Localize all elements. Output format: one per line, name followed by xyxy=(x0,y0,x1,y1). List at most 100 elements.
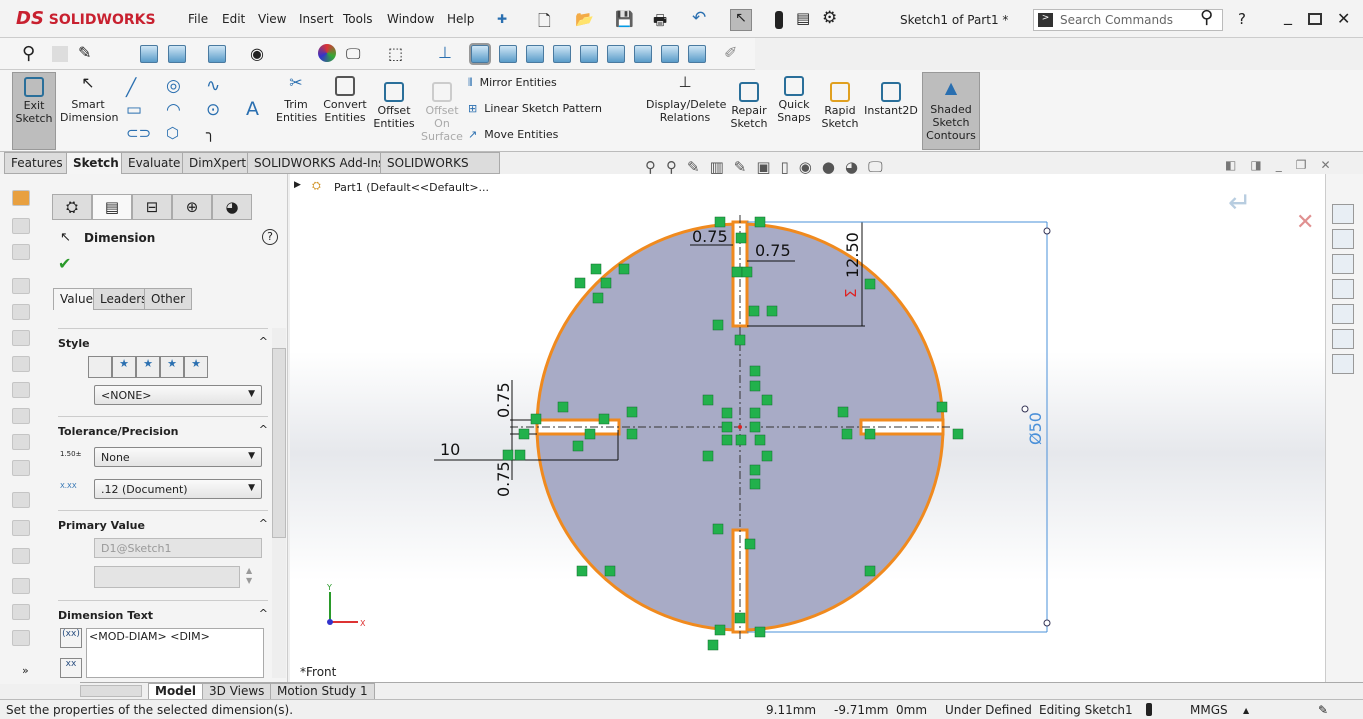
section-view-icon[interactable] xyxy=(140,45,158,63)
tab-sketch[interactable]: Sketch xyxy=(66,152,126,174)
revolve-icon[interactable] xyxy=(12,244,30,260)
trim-entities-button[interactable]: ✂ Trim Entities xyxy=(276,75,317,125)
pattern-feature-icon[interactable] xyxy=(12,578,30,594)
tile-left-icon[interactable]: ◧ xyxy=(1225,158,1236,172)
subtab-other[interactable]: Other xyxy=(144,288,193,310)
viewport-close-button[interactable]: ✕ xyxy=(1320,158,1330,172)
draft-icon[interactable] xyxy=(12,520,30,536)
new-document-icon[interactable]: 🗋 xyxy=(538,10,551,37)
style-dropdown[interactable]: <NONE> ▼ xyxy=(94,385,262,405)
rebuild-status-icon[interactable] xyxy=(1146,703,1152,716)
dimension-text-area[interactable]: <MOD-DIAM> <DIM> xyxy=(86,628,264,678)
tolerance-dropdown[interactable]: None ▼ xyxy=(94,447,262,467)
custom-properties-icon[interactable] xyxy=(1332,329,1354,349)
exit-sketch-button[interactable]: Exit Sketch xyxy=(12,72,56,150)
fillet-icon[interactable]: ╮ xyxy=(206,124,215,142)
polygon-icon[interactable]: ⬡ xyxy=(166,124,179,142)
front-view-icon[interactable] xyxy=(469,43,491,65)
flashlight-icon[interactable]: ✐ xyxy=(724,43,737,62)
quick-snaps-button[interactable]: Quick Snaps xyxy=(776,76,812,124)
close-button[interactable]: ✕ xyxy=(1337,9,1350,28)
dimension-name-field[interactable]: D1@Sketch1 xyxy=(94,538,262,558)
dimetric-view-icon[interactable] xyxy=(688,45,706,63)
value-spinner[interactable]: ▲ ▼ xyxy=(246,566,252,586)
tab-features[interactable]: Features xyxy=(4,152,70,174)
rib-icon[interactable] xyxy=(12,548,30,564)
design-library-icon[interactable] xyxy=(1332,229,1354,249)
load-style-icon[interactable]: ★ xyxy=(184,356,208,378)
back-view-icon[interactable] xyxy=(499,45,517,63)
instant3d-icon[interactable] xyxy=(12,190,30,206)
spline-icon[interactable]: ∿ xyxy=(206,76,220,96)
apply-style-icon[interactable] xyxy=(88,356,112,378)
view-palette-icon[interactable] xyxy=(1332,279,1354,299)
cut-loft-icon[interactable] xyxy=(12,408,30,424)
viewport-restore-button[interactable]: ❐ xyxy=(1296,158,1307,172)
ok-checkmark-button[interactable]: ✔ xyxy=(58,254,71,273)
ellipse-icon[interactable]: ⊙ xyxy=(206,100,220,120)
mirror-feature-icon[interactable] xyxy=(12,604,30,620)
tile-right-icon[interactable]: ◨ xyxy=(1250,158,1261,172)
display-manager-tab[interactable]: ◕ xyxy=(212,194,252,220)
viewport-minimize-button[interactable]: _ xyxy=(1276,158,1282,172)
instant2d-button[interactable]: Instant2D xyxy=(864,82,918,117)
display-style-icon[interactable] xyxy=(208,45,226,63)
tab-addins[interactable]: SOLIDWORKS Add-Ins xyxy=(247,152,392,174)
help-icon[interactable]: ? xyxy=(262,229,278,245)
tab-evaluate[interactable]: Evaluate xyxy=(121,152,188,174)
add-parentheses-icon[interactable]: (xx) xyxy=(60,628,82,648)
print-icon[interactable]: 🖶 xyxy=(653,10,667,35)
rebuild-icon[interactable] xyxy=(775,11,783,29)
menu-help[interactable]: Help xyxy=(447,12,474,26)
expand-chevron-icon[interactable]: » xyxy=(22,664,29,677)
precision-dropdown[interactable]: .12 (Document) ▼ xyxy=(94,479,262,499)
home-icon[interactable] xyxy=(1332,204,1354,224)
minimize-button[interactable]: _ xyxy=(1284,6,1292,25)
cut-sweep-icon[interactable] xyxy=(12,382,30,398)
offset-on-surface-button[interactable]: Offset On Surface xyxy=(420,82,464,143)
display-delete-relations-button[interactable]: ⊥ Display/Delete Relations xyxy=(646,75,726,125)
menu-insert[interactable]: Insert xyxy=(299,12,333,26)
graphics-area[interactable]: ▶ ⛭ Part1 (Default<<Default>... ⚲ ⚲ ✎ ▥ ✎ ▣ ▯ ◉… xyxy=(290,158,1331,682)
sweep-icon[interactable] xyxy=(12,278,30,294)
select-icon[interactable]: ↖ xyxy=(730,9,752,31)
smart-dimension-button[interactable]: ↖ Smart Dimension xyxy=(60,75,118,125)
pm-scrollbar[interactable] xyxy=(272,328,286,678)
units-button[interactable]: MMGS xyxy=(1190,703,1228,717)
bottom-view-icon[interactable] xyxy=(607,45,625,63)
isometric-view-icon[interactable] xyxy=(634,45,652,63)
pin-icon[interactable]: ✚ xyxy=(497,12,507,26)
delete-style-icon[interactable]: ★ xyxy=(136,356,160,378)
tab-dimxpert[interactable]: DimXpert xyxy=(182,152,254,174)
menu-window[interactable]: Window xyxy=(387,12,434,26)
scrollbar-thumb[interactable] xyxy=(272,348,286,538)
hide-show-icon[interactable]: ◉ xyxy=(250,44,264,63)
save-style-icon[interactable]: ★ xyxy=(160,356,184,378)
menu-view[interactable]: View xyxy=(258,12,286,26)
line-icon[interactable]: ╱ xyxy=(126,78,136,98)
scene-icon[interactable]: 🖵 xyxy=(346,45,360,63)
circle-icon[interactable]: ◎ xyxy=(166,76,181,96)
feature-manager-tab[interactable]: ⛭ xyxy=(52,194,92,220)
shaded-sketch-contours-button[interactable]: ▲ Shaded Sketch Contours xyxy=(922,72,980,150)
hole-wizard-icon[interactable] xyxy=(12,460,30,476)
right-view-icon[interactable] xyxy=(553,45,571,63)
appearance-icon[interactable] xyxy=(318,44,336,62)
convert-entities-button[interactable]: Convert Entities xyxy=(322,76,368,124)
search-commands-input[interactable]: > Search Commands xyxy=(1033,9,1223,31)
file-explorer-icon[interactable] xyxy=(1332,254,1354,274)
view-settings-icon[interactable]: ⬚ xyxy=(388,44,403,63)
tab-scroll-buttons[interactable] xyxy=(80,685,142,697)
text-icon[interactable]: A xyxy=(246,98,259,120)
inspection-dimension-icon[interactable]: xx xyxy=(60,658,82,678)
search-icon[interactable]: ⚲ xyxy=(1200,7,1213,28)
wrap-icon[interactable] xyxy=(12,630,30,646)
repair-sketch-button[interactable]: Repair Sketch xyxy=(730,82,768,130)
trimetric-view-icon[interactable] xyxy=(661,45,679,63)
menu-file[interactable]: File xyxy=(188,12,208,26)
collapse-icon[interactable]: ^ xyxy=(259,517,268,530)
move-entities-button[interactable]: ↗ Move Entities xyxy=(468,128,558,141)
property-manager-tab[interactable]: ▤ xyxy=(92,194,132,220)
options-gear-icon[interactable]: ⚙ xyxy=(822,8,837,28)
top-view-icon[interactable] xyxy=(580,45,598,63)
